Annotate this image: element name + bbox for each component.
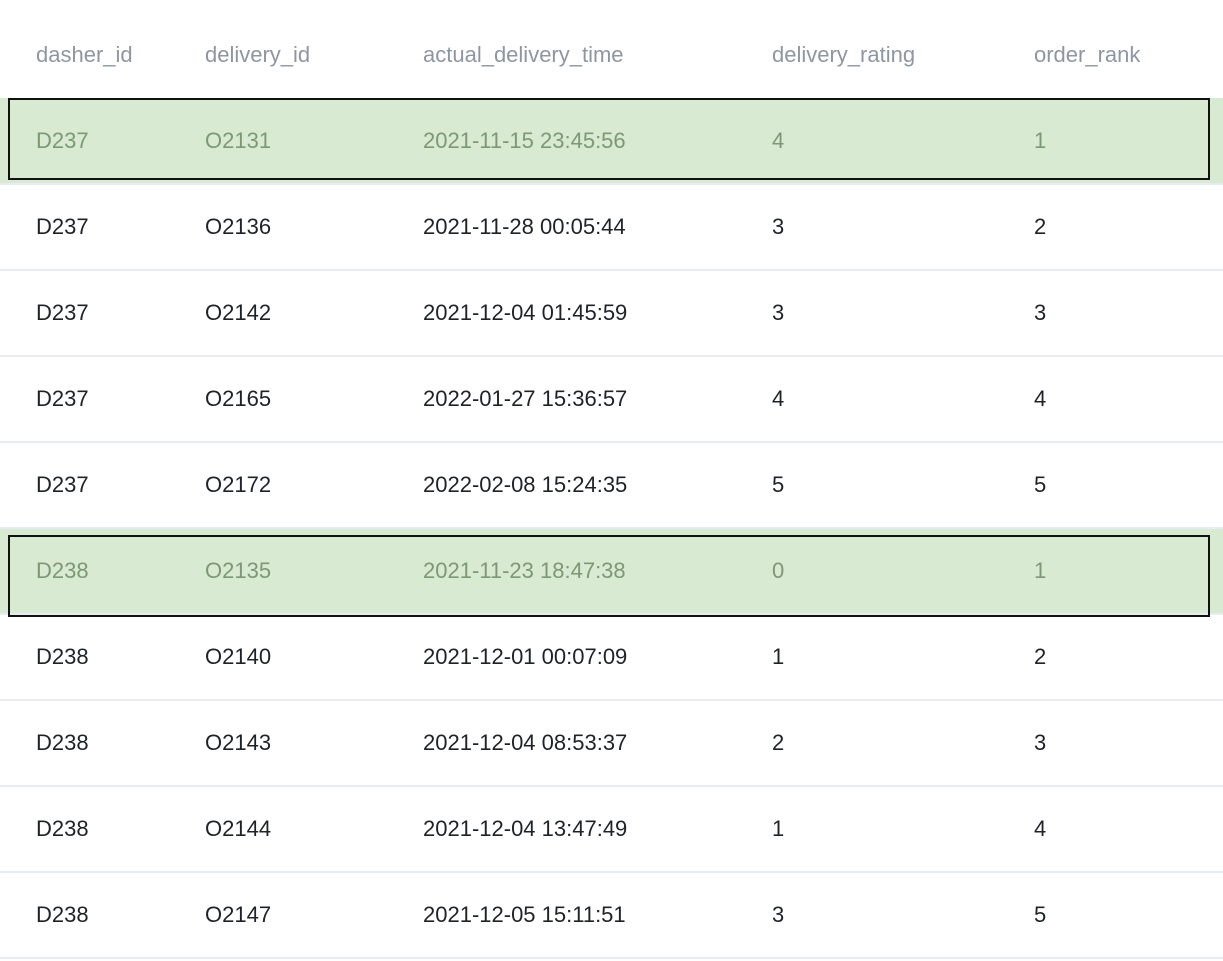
cell-actual-delivery-time: 2021-12-05 15:11:51 [423,872,772,959]
cell-dasher-id: D238 [0,528,205,615]
table-body: D237 O2131 2021-11-15 23:45:56 4 1 D237 … [0,98,1223,959]
cell-dasher-id: D238 [0,700,205,787]
cell-delivery-id: O2140 [205,614,423,701]
cell-order-rank: 3 [1034,270,1223,357]
cell-delivery-rating: 1 [772,614,1034,701]
cell-order-rank: 4 [1034,356,1223,443]
cell-dasher-id: D237 [0,356,205,443]
cell-actual-delivery-time: 2021-12-04 13:47:49 [423,786,772,873]
cell-order-rank: 2 [1034,184,1223,271]
cell-actual-delivery-time: 2021-12-04 01:45:59 [423,270,772,357]
cell-delivery-rating: 3 [772,270,1034,357]
table-row: D238 O2143 2021-12-04 08:53:37 2 3 [0,700,1223,787]
cell-delivery-id: O2135 [205,528,423,615]
cell-delivery-rating: 3 [772,184,1034,271]
cell-delivery-rating: 3 [772,872,1034,959]
cell-order-rank: 2 [1034,614,1223,701]
cell-delivery-rating: 2 [772,700,1034,787]
cell-actual-delivery-time: 2021-11-15 23:45:56 [423,98,772,185]
header-row: dasher_id delivery_id actual_delivery_ti… [0,0,1223,98]
table-row: D238 O2144 2021-12-04 13:47:49 1 4 [0,786,1223,873]
cell-delivery-id: O2131 [205,98,423,185]
table-row: D237 O2131 2021-11-15 23:45:56 4 1 [0,98,1223,185]
cell-delivery-id: O2142 [205,270,423,357]
column-header-delivery-rating[interactable]: delivery_rating [772,0,1034,98]
table-row: D237 O2165 2022-01-27 15:36:57 4 4 [0,356,1223,443]
cell-order-rank: 4 [1034,786,1223,873]
cell-delivery-rating: 4 [772,356,1034,443]
column-header-actual-delivery-time[interactable]: actual_delivery_time [423,0,772,98]
table-row: D238 O2147 2021-12-05 15:11:51 3 5 [0,872,1223,959]
cell-actual-delivery-time: 2021-11-23 18:47:38 [423,528,772,615]
column-header-order-rank[interactable]: order_rank [1034,0,1223,98]
cell-dasher-id: D237 [0,98,205,185]
cell-order-rank: 3 [1034,700,1223,787]
table-row: D238 O2135 2021-11-23 18:47:38 0 1 [0,528,1223,615]
cell-actual-delivery-time: 2021-12-04 08:53:37 [423,700,772,787]
table-row: D237 O2142 2021-12-04 01:45:59 3 3 [0,270,1223,357]
cell-actual-delivery-time: 2022-02-08 15:24:35 [423,442,772,529]
cell-actual-delivery-time: 2021-11-28 00:05:44 [423,184,772,271]
cell-order-rank: 5 [1034,872,1223,959]
cell-delivery-id: O2143 [205,700,423,787]
table-row: D237 O2172 2022-02-08 15:24:35 5 5 [0,442,1223,529]
cell-order-rank: 5 [1034,442,1223,529]
cell-actual-delivery-time: 2021-12-01 00:07:09 [423,614,772,701]
cell-delivery-id: O2144 [205,786,423,873]
cell-dasher-id: D238 [0,872,205,959]
cell-dasher-id: D238 [0,786,205,873]
cell-delivery-id: O2165 [205,356,423,443]
table-row: D238 O2140 2021-12-01 00:07:09 1 2 [0,614,1223,701]
cell-dasher-id: D238 [0,614,205,701]
results-table: dasher_id delivery_id actual_delivery_ti… [0,0,1223,959]
cell-delivery-id: O2136 [205,184,423,271]
column-header-dasher-id[interactable]: dasher_id [0,0,205,98]
cell-delivery-rating: 1 [772,786,1034,873]
cell-delivery-rating: 5 [772,442,1034,529]
column-header-delivery-id[interactable]: delivery_id [205,0,423,98]
cell-dasher-id: D237 [0,270,205,357]
cell-delivery-id: O2147 [205,872,423,959]
cell-order-rank: 1 [1034,98,1223,185]
cell-delivery-rating: 4 [772,98,1034,185]
cell-order-rank: 1 [1034,528,1223,615]
table-row: D237 O2136 2021-11-28 00:05:44 3 2 [0,184,1223,271]
table-header: dasher_id delivery_id actual_delivery_ti… [0,0,1223,98]
cell-delivery-id: O2172 [205,442,423,529]
cell-dasher-id: D237 [0,442,205,529]
cell-actual-delivery-time: 2022-01-27 15:36:57 [423,356,772,443]
cell-delivery-rating: 0 [772,528,1034,615]
cell-dasher-id: D237 [0,184,205,271]
